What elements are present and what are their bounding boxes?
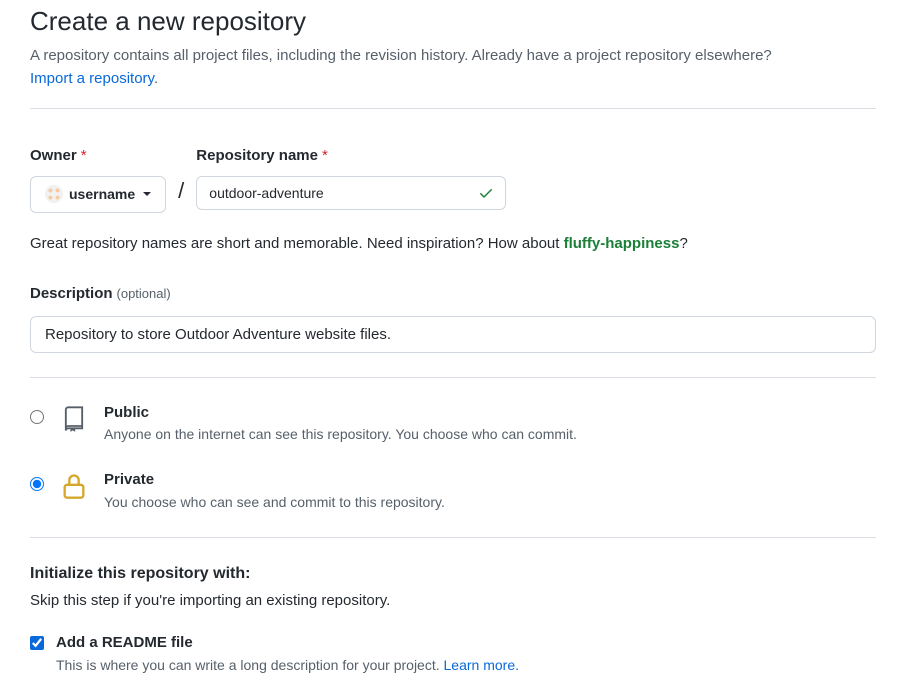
visibility-divider-top (30, 377, 876, 378)
readme-option[interactable]: Add a README file This is where you can … (30, 632, 876, 676)
caret-down-icon (143, 192, 151, 196)
readme-learn-more-link[interactable]: Learn more. (444, 657, 519, 673)
readme-description: This is where you can write a long descr… (56, 655, 519, 676)
name-hint: Great repository names are short and mem… (30, 233, 876, 256)
private-description: You choose who can see and commit to thi… (104, 492, 445, 513)
owner-label: Owner* (30, 145, 166, 168)
repo-name-input[interactable] (196, 176, 506, 210)
owner-value: username (69, 184, 135, 205)
public-radio[interactable] (30, 410, 44, 424)
visibility-divider-bottom (30, 537, 876, 538)
readme-title: Add a README file (56, 632, 519, 655)
description-input[interactable] (30, 316, 876, 353)
avatar-icon (45, 185, 63, 203)
init-heading: Initialize this repository with: (30, 562, 876, 586)
import-repo-link[interactable]: Import a repository (30, 70, 154, 87)
readme-checkbox[interactable] (30, 636, 44, 650)
header-divider (30, 108, 876, 109)
visibility-private-option[interactable]: Private You choose who can see and commi… (30, 469, 876, 513)
private-title: Private (104, 469, 445, 492)
page-subtitle: A repository contains all project files,… (30, 45, 876, 90)
private-radio[interactable] (30, 477, 44, 491)
visibility-public-option[interactable]: Public Anyone on the internet can see th… (30, 402, 876, 446)
lock-icon (60, 471, 88, 501)
public-description: Anyone on the internet can see this repo… (104, 424, 577, 445)
description-label: Description (optional) (30, 283, 876, 306)
slash-separator: / (176, 168, 186, 213)
init-subheading: Skip this step if you're importing an ex… (30, 590, 876, 613)
repo-icon (60, 404, 88, 434)
owner-dropdown[interactable]: username (30, 176, 166, 213)
check-icon (478, 185, 494, 201)
page-title: Create a new repository (30, 2, 876, 41)
public-title: Public (104, 402, 577, 425)
name-suggestion-link[interactable]: fluffy-happiness (564, 235, 680, 252)
repo-name-label: Repository name* (196, 145, 506, 168)
